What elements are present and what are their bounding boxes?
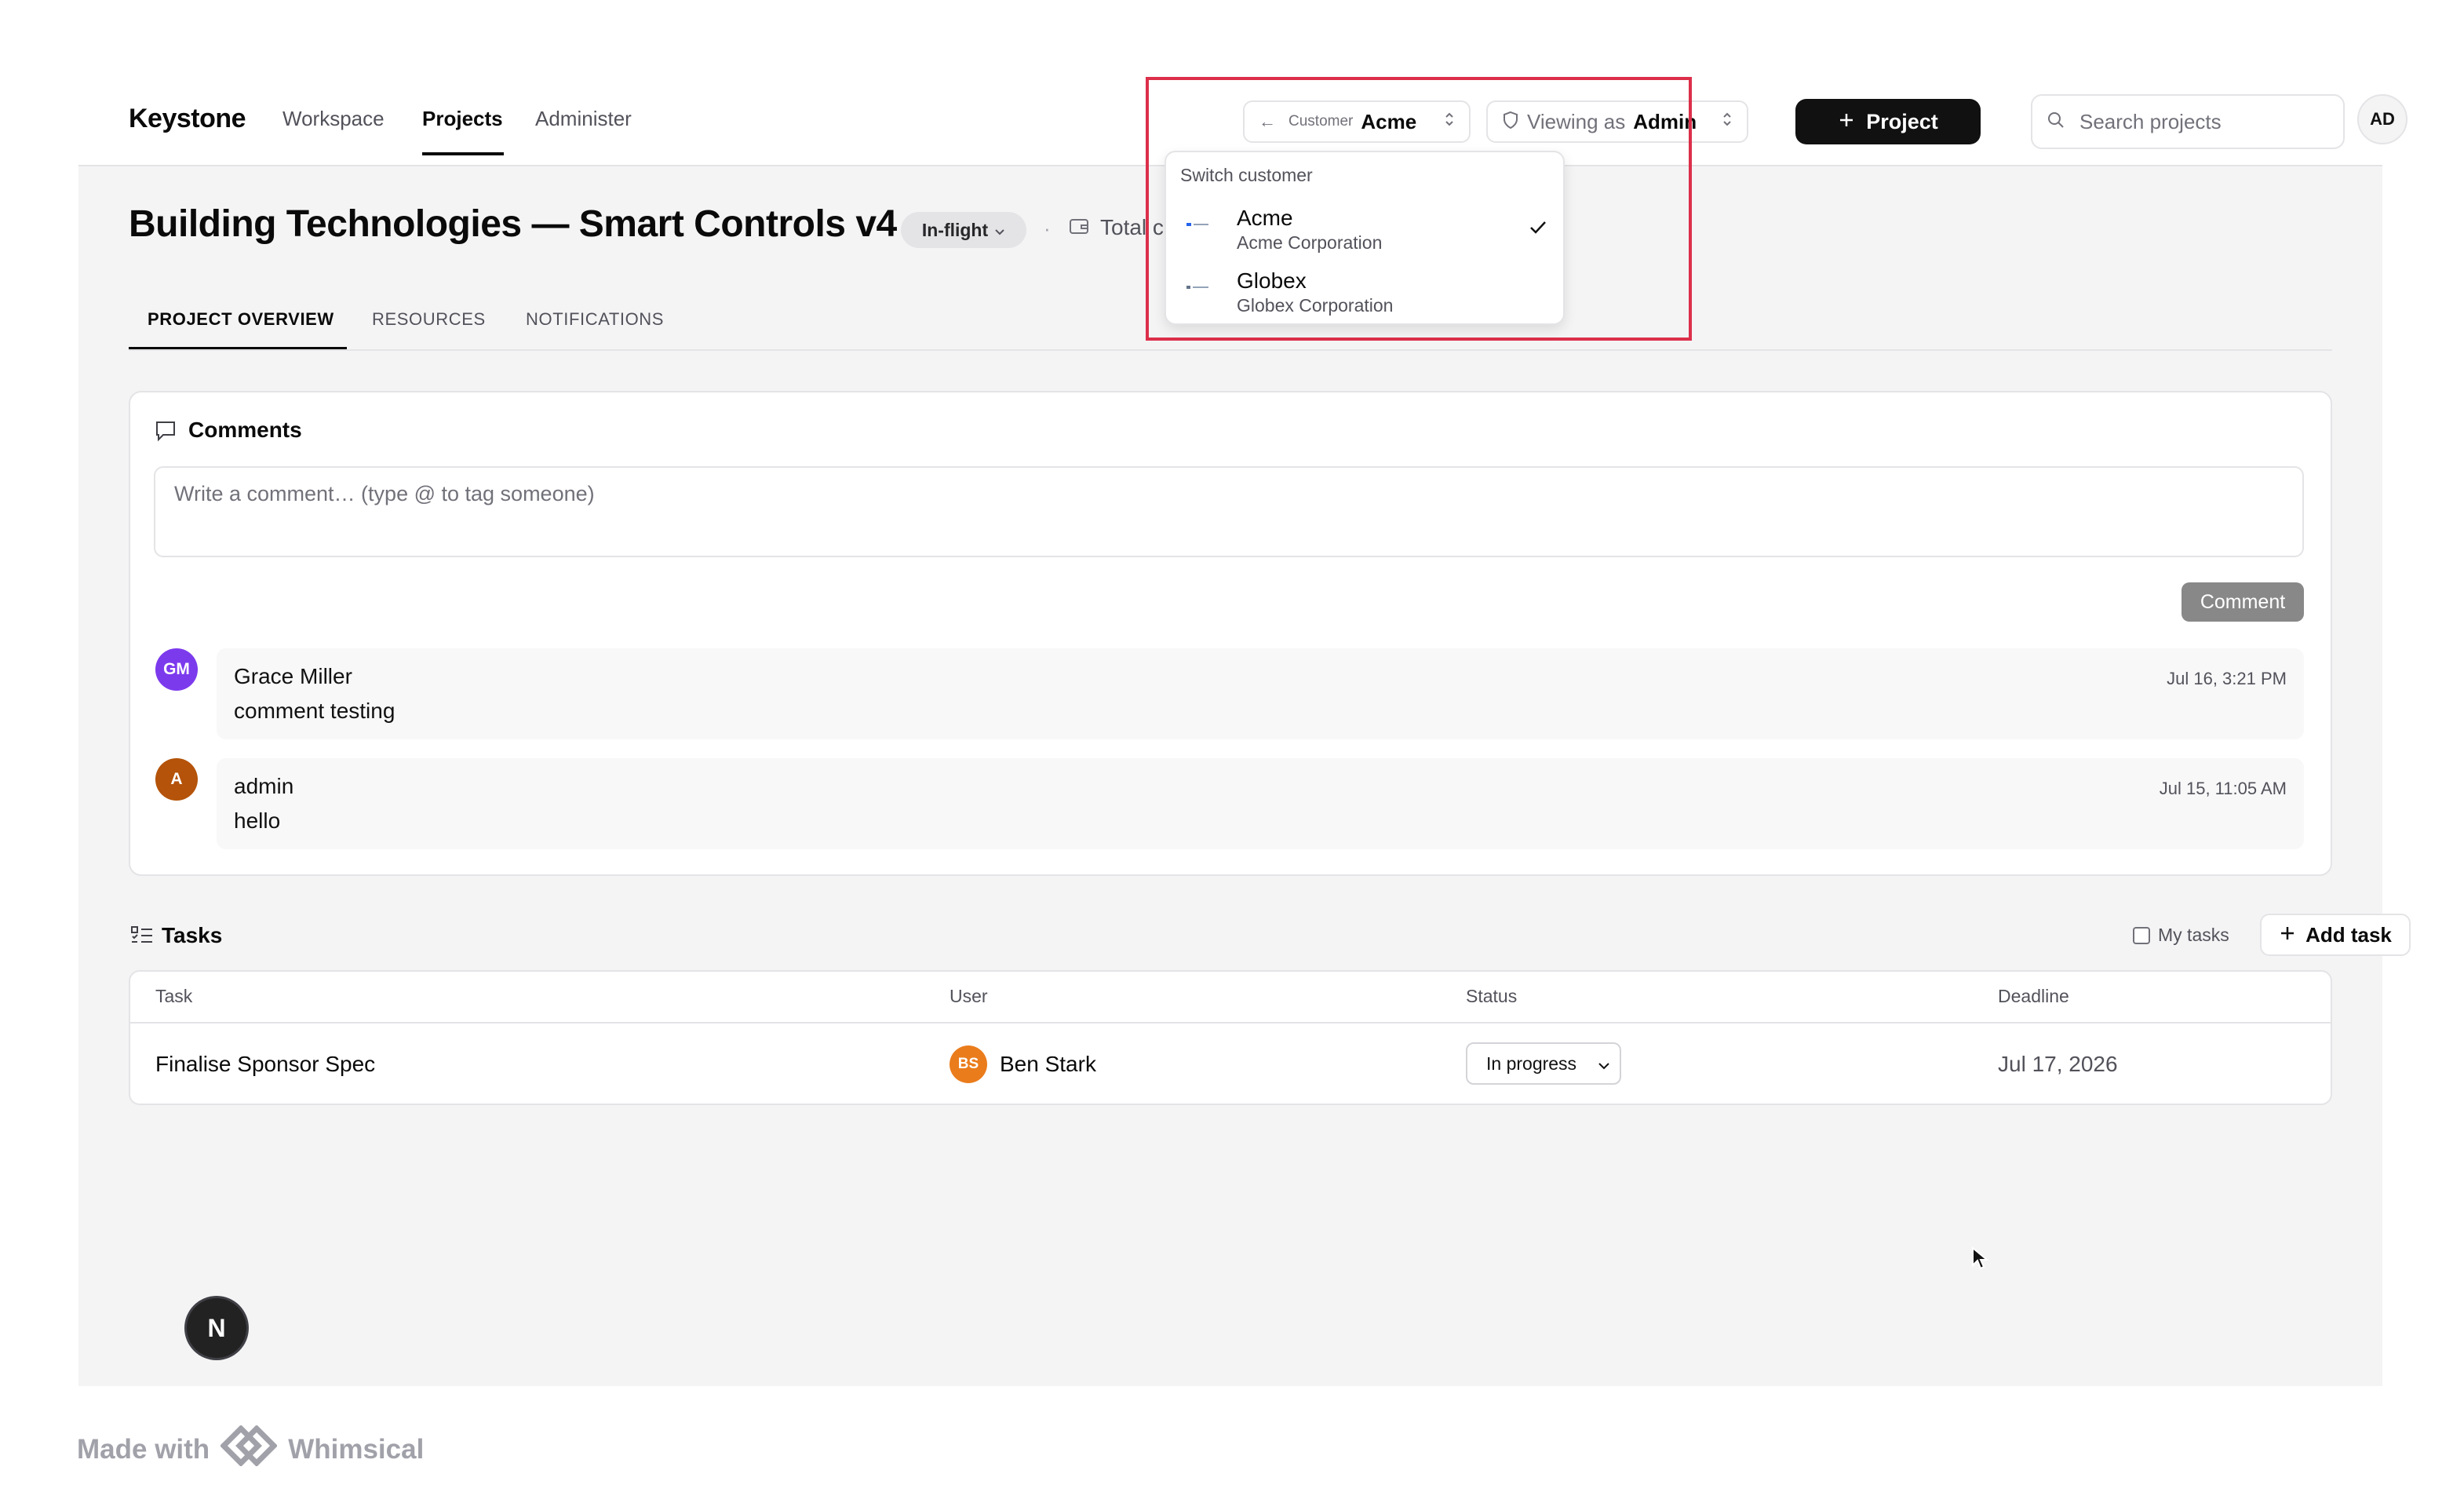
comment-timestamp: Jul 15, 11:05 AM — [2159, 779, 2287, 798]
chevron-up-down-icon — [1722, 111, 1733, 133]
table-header-divider — [130, 1022, 2331, 1024]
task-status-value: In progress — [1486, 1053, 1577, 1074]
plus-icon — [2279, 923, 2296, 947]
whimsical-brand: Whimsical — [288, 1433, 425, 1465]
dropdown-header: Switch customer — [1180, 165, 1313, 185]
page-title: Building Technologies — Smart Controls v… — [129, 203, 897, 245]
tab-notifications[interactable]: NOTIFICATIONS — [526, 309, 664, 330]
column-header-user: User — [950, 986, 988, 1006]
customer-option-subtitle: Acme Corporation — [1237, 232, 1383, 253]
new-project-label: Project — [1866, 109, 1938, 133]
made-with-footer: Made with Whimsical — [77, 1425, 424, 1473]
my-tasks-filter[interactable]: My tasks — [2133, 925, 2229, 946]
user-avatar[interactable]: AD — [2357, 94, 2408, 144]
customer-option-name: Globex — [1237, 268, 1307, 293]
search-box[interactable] — [2031, 94, 2345, 149]
task-user-name: Ben Stark — [1000, 1052, 1096, 1076]
comment-input[interactable] — [154, 466, 2304, 557]
customer-option-globex[interactable]: Globex Globex Corporation — [1166, 261, 1563, 323]
search-icon — [2047, 111, 2065, 133]
column-header-task: Task — [155, 986, 193, 1006]
comment-icon — [154, 419, 177, 447]
nav-administer[interactable]: Administer — [535, 107, 632, 131]
nav-workspace[interactable]: Workspace — [282, 107, 385, 131]
nav-projects[interactable]: Projects — [422, 107, 503, 131]
wallet-icon — [1069, 217, 1089, 239]
add-task-button[interactable]: Add task — [2260, 914, 2411, 956]
made-with-label: Made with — [77, 1433, 210, 1465]
comment-item: admin hello Jul 15, 11:05 AM — [217, 758, 2304, 849]
app-logo: Keystone — [129, 104, 246, 133]
tasks-heading: Tasks — [162, 923, 223, 947]
new-project-button[interactable]: Project — [1795, 99, 1981, 144]
task-list-icon — [130, 925, 154, 951]
comment-author: Grace Miller — [234, 664, 352, 688]
checkmark-icon — [1530, 221, 1546, 234]
tab-resources[interactable]: RESOURCES — [372, 309, 486, 330]
column-header-status: Status — [1466, 986, 1518, 1006]
task-name[interactable]: Finalise Sponsor Spec — [155, 1052, 375, 1077]
project-status-label: In-flight — [921, 219, 989, 240]
column-header-deadline: Deadline — [1998, 986, 2069, 1006]
meta-separator: · — [1044, 217, 1051, 240]
mouse-cursor-icon — [1971, 1246, 1989, 1275]
add-task-label: Add task — [2305, 922, 2392, 947]
comment-text: hello — [234, 808, 281, 833]
my-tasks-checkbox[interactable] — [2133, 926, 2150, 944]
plus-icon — [1838, 110, 1855, 134]
customer-dropdown-menu: Switch customer Acme Acme Corporation Gl… — [1165, 151, 1565, 325]
acme-logo-icon — [1186, 223, 1208, 226]
customer-option-subtitle: Globex Corporation — [1237, 295, 1394, 316]
tab-project-overview[interactable]: PROJECT OVERVIEW — [148, 309, 334, 330]
task-status-select[interactable]: In progress — [1466, 1042, 1621, 1085]
nav-active-indicator — [422, 152, 504, 155]
customer-option-acme[interactable]: Acme Acme Corporation — [1166, 198, 1563, 261]
whimsical-logo-icon — [220, 1425, 279, 1473]
avatar: BS — [950, 1045, 987, 1083]
globex-logo-icon — [1186, 286, 1208, 289]
search-input[interactable] — [2078, 108, 2324, 135]
comment-timestamp: Jul 16, 3:21 PM — [2167, 669, 2287, 688]
chevron-down-icon — [994, 220, 1005, 241]
avatar: GM — [155, 648, 198, 691]
submit-comment-button[interactable]: Comment — [2182, 582, 2304, 622]
comment-item: Grace Miller comment testing Jul 16, 3:2… — [217, 648, 2304, 739]
project-status-dropdown[interactable]: In-flight — [901, 212, 1026, 248]
comment-author: admin — [234, 774, 294, 798]
active-tab-indicator — [129, 347, 347, 349]
dev-tools-badge[interactable]: N — [187, 1298, 246, 1358]
task-deadline: Jul 17, 2026 — [1998, 1052, 2118, 1076]
tabs-divider — [129, 349, 2332, 351]
comments-heading: Comments — [188, 418, 302, 442]
my-tasks-label: My tasks — [2158, 925, 2229, 945]
customer-option-name: Acme — [1237, 206, 1293, 230]
chevron-down-icon — [1598, 1053, 1610, 1075]
comment-text: comment testing — [234, 699, 395, 723]
avatar: A — [155, 758, 198, 801]
